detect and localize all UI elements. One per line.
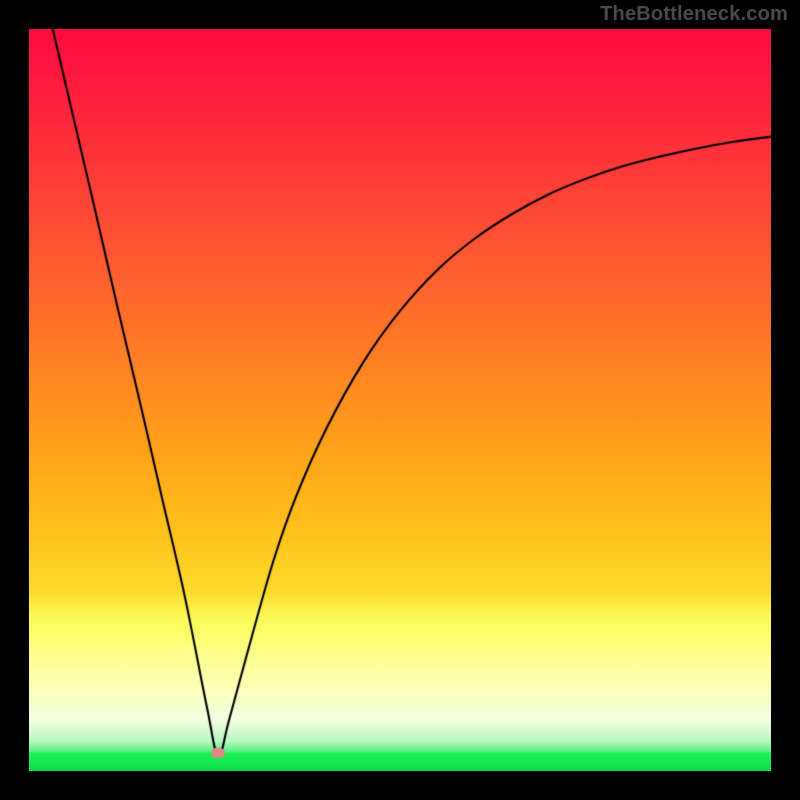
chart-frame: TheBottleneck.com — [0, 0, 800, 800]
plot-area — [29, 29, 771, 771]
minimum-marker-icon — [211, 748, 225, 759]
curve-canvas — [29, 29, 771, 771]
watermark-text: TheBottleneck.com — [600, 3, 788, 26]
